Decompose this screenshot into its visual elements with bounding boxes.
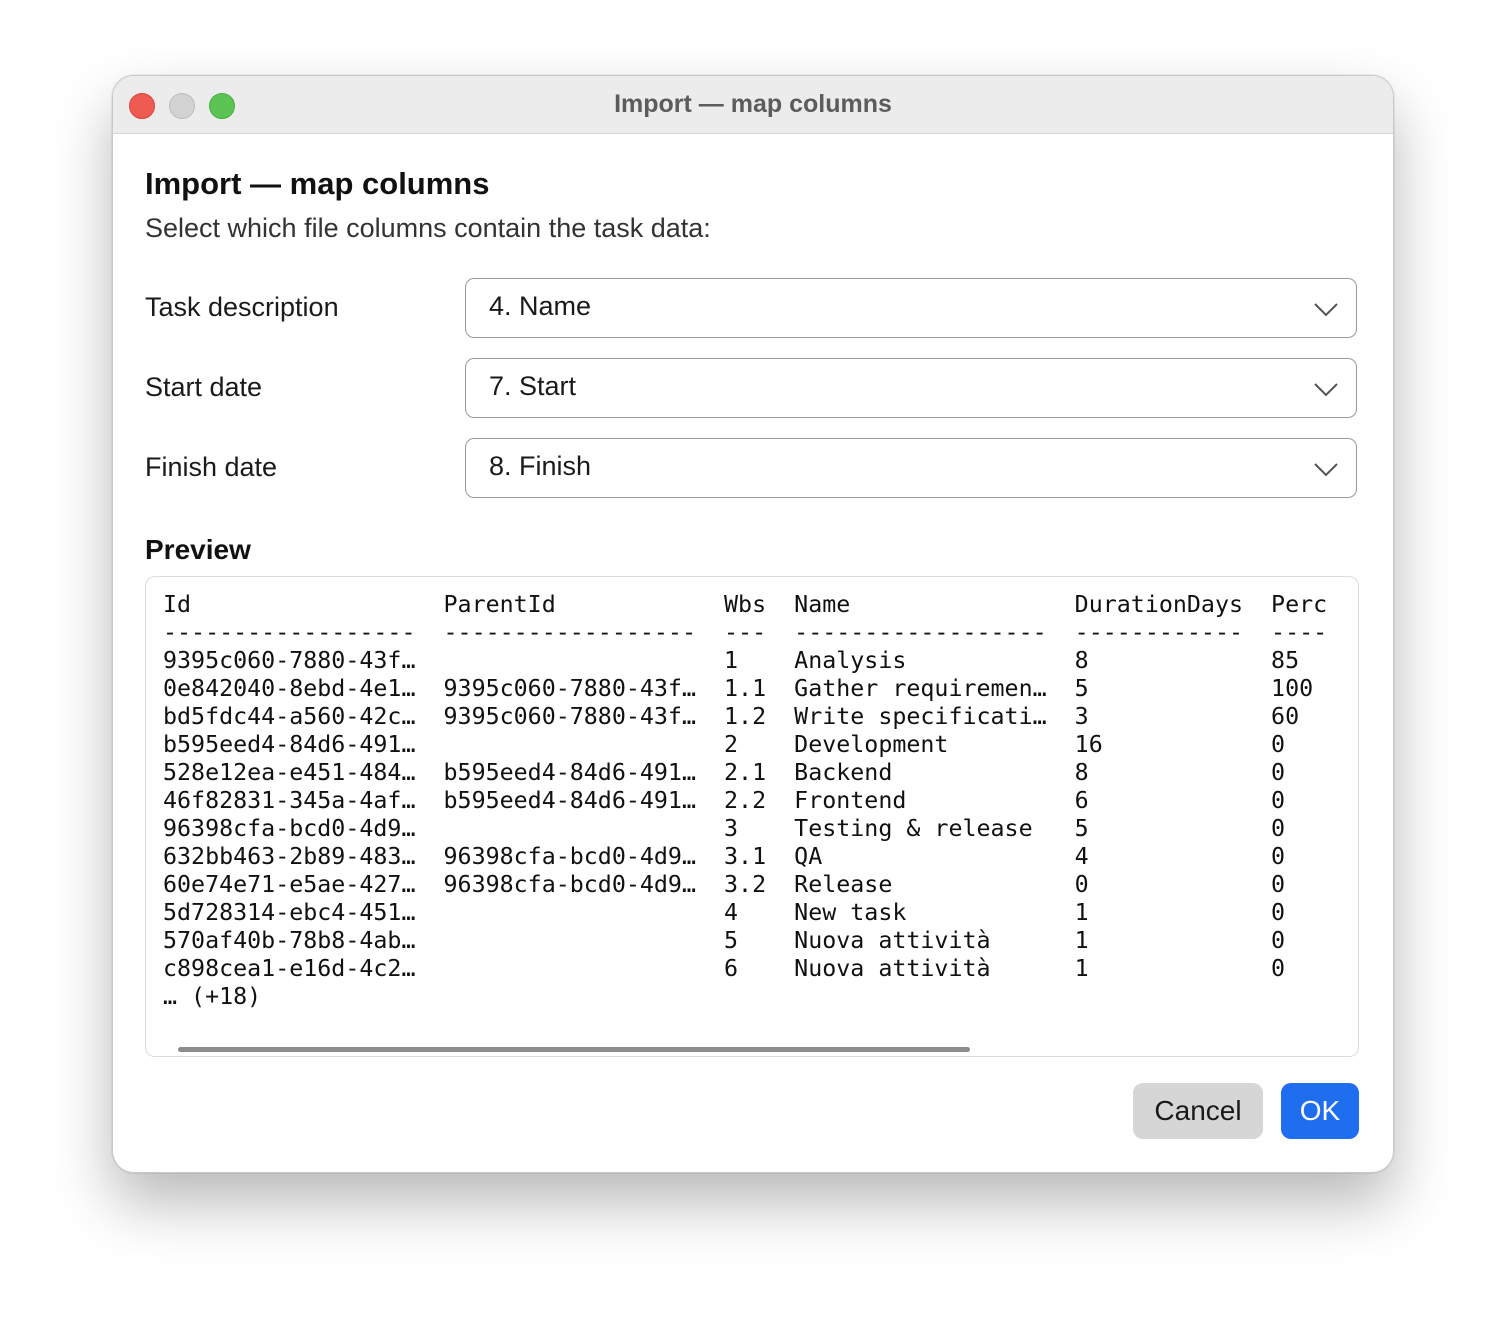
task-description-value: 4. Name <box>489 291 592 321</box>
task-description-select[interactable]: 4. Name <box>465 278 1357 338</box>
window-title: Import — map columns <box>614 90 892 118</box>
cancel-button[interactable]: Cancel <box>1133 1083 1263 1139</box>
chevron-down-icon <box>1314 463 1338 477</box>
chevron-down-icon <box>1314 383 1338 397</box>
preview-panel[interactable]: Id ParentId Wbs Name DurationDays Perc -… <box>145 576 1359 1057</box>
ok-button[interactable]: OK <box>1281 1083 1359 1139</box>
preview-scroll-area[interactable]: Id ParentId Wbs Name DurationDays Perc -… <box>163 591 1358 1026</box>
horizontal-scrollbar[interactable] <box>178 1047 970 1052</box>
chevron-down-icon <box>1314 303 1338 317</box>
preview-table: Id ParentId Wbs Name DurationDays Perc -… <box>163 591 1328 1010</box>
finish-date-select[interactable]: 8. Finish <box>465 438 1357 498</box>
dialog-heading: Import — map columns <box>145 166 490 201</box>
start-date-select[interactable]: 7. Start <box>465 358 1357 418</box>
title-bar: Import — map columns <box>113 76 1393 134</box>
preview-label: Preview <box>145 534 251 565</box>
task-description-label: Task description <box>145 292 339 322</box>
dialog-subheading: Select which file columns contain the ta… <box>145 213 711 243</box>
finish-date-label: Finish date <box>145 452 278 482</box>
import-dialog-window: Import — map columns Import — map column… <box>112 75 1394 1173</box>
start-date-value: 7. Start <box>489 371 577 401</box>
start-date-label: Start date <box>145 372 263 402</box>
finish-date-value: 8. Finish <box>489 451 592 481</box>
